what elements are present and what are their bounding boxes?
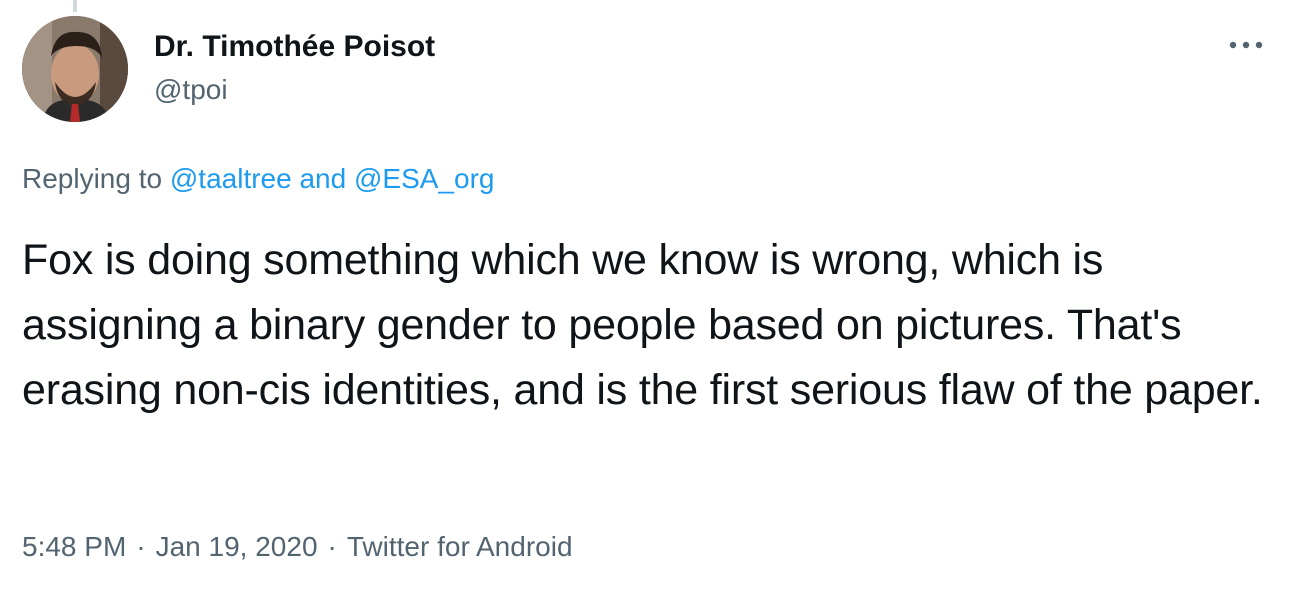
tweet-text: Fox is doing something which we know is … [22, 236, 1263, 414]
author-handle[interactable]: @tpoi [154, 72, 228, 108]
more-options-icon [1229, 41, 1263, 49]
author-name[interactable]: Dr. Timothée Poisot [154, 28, 435, 66]
replying-to-line: Replying to @taaltree and @ESA_org [22, 160, 494, 198]
replying-to-label: Replying to [22, 163, 163, 194]
mention-connector[interactable]: and [299, 163, 346, 194]
tweet-source[interactable]: Twitter for Android [347, 531, 573, 562]
meta-separator: · [136, 531, 146, 562]
tweet-date[interactable]: Jan 19, 2020 [156, 531, 318, 562]
tweet-metadata: 5:48 PM · Jan 19, 2020 · Twitter for Android [22, 528, 573, 566]
mention-taaltree-link[interactable]: @taaltree [170, 163, 292, 194]
avatar[interactable] [22, 16, 128, 122]
tweet-time[interactable]: 5:48 PM [22, 531, 126, 562]
mention-esa-org-link[interactable]: @ESA_org [354, 163, 495, 194]
thread-connector-line [73, 0, 77, 12]
tweet-card: Dr. Timothée Poisot @tpoi Replying to @t… [0, 0, 1296, 594]
meta-separator: · [327, 531, 337, 562]
more-options-button[interactable] [1226, 30, 1266, 60]
